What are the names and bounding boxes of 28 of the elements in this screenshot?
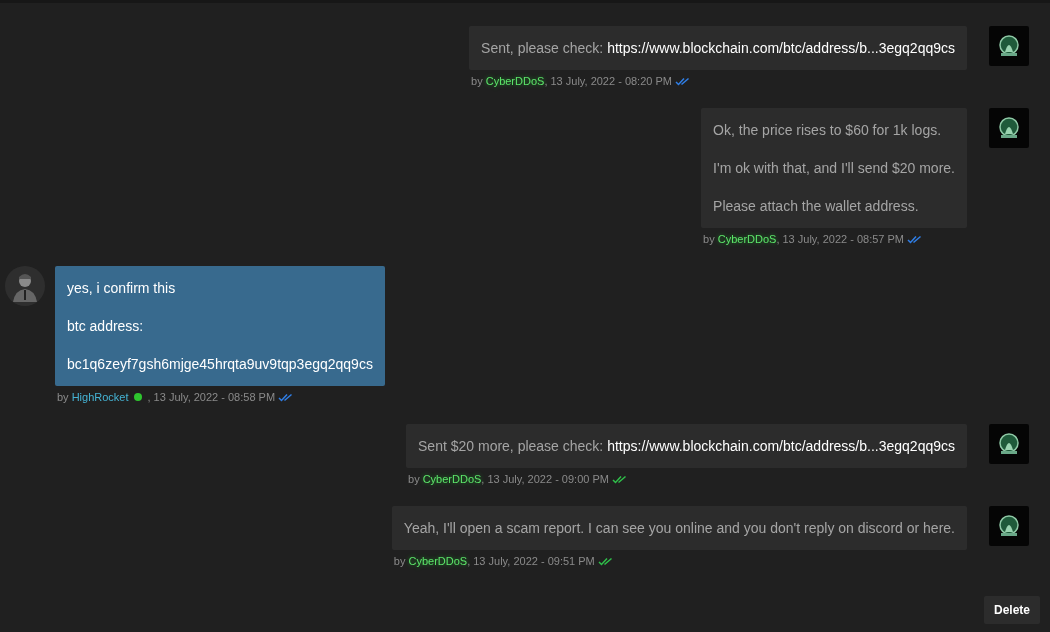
delete-button[interactable]: Delete [983, 596, 1040, 624]
message-text: Ok, the price rises to $60 for 1k logs. [713, 121, 943, 140]
by-label: by [393, 555, 406, 567]
avatar-emblem-icon [989, 506, 1029, 546]
message-text: Sent $20 more, please check: https://www.blockchain.com/btc/address/b...3egq2qq9cs [418, 437, 955, 456]
by-label: by [471, 75, 483, 87]
author-link[interactable]: HighRocket [71, 391, 129, 403]
message-date: , 13 July, 2022 - 08:57 PM [776, 233, 904, 245]
message-date: , 13 July, 2022 - 08:20 PM [544, 75, 672, 87]
message-text: Sent, please check: https://www.blockchain.com/btc/address/b...3egq2qq9cs [481, 39, 955, 58]
avatar-emblem-icon [989, 108, 1029, 148]
by-label: by [703, 233, 715, 245]
message-text: I'm ok with that, and I'll send $20 more. [713, 159, 955, 178]
avatar-silhouette-icon [5, 266, 45, 306]
message-date: , 13 July, 2022 - 09:51 PM [467, 555, 595, 567]
message-date: , 13 July, 2022 - 09:00 PM [481, 473, 609, 485]
message-text: btc address: [67, 317, 145, 336]
avatar-emblem-icon [989, 424, 1029, 464]
by-label: by [57, 391, 69, 403]
address-link[interactable]: https://www.blockchain.com/btc/address/b...3egq2qq9cs [607, 438, 955, 454]
address-link[interactable]: https://www.blockchain.com/btc/address/b...3egq2qq9cs [607, 40, 955, 56]
message-text: Please attach the wallet address. [713, 197, 920, 216]
message-text: Yeah, I'll open a scam report. I can see you online and you don't reply on discord or here. [403, 519, 955, 538]
by-label: by [408, 473, 420, 485]
message-date: , 13 July, 2022 - 08:58 PM [147, 391, 276, 403]
message-text: bc1q6zeyf7gsh6mjge45hrqta9uv9tqp3egq2qq9cs [67, 355, 373, 374]
message-text: yes, i confirm this [67, 279, 177, 298]
avatar-emblem-icon [989, 26, 1029, 66]
